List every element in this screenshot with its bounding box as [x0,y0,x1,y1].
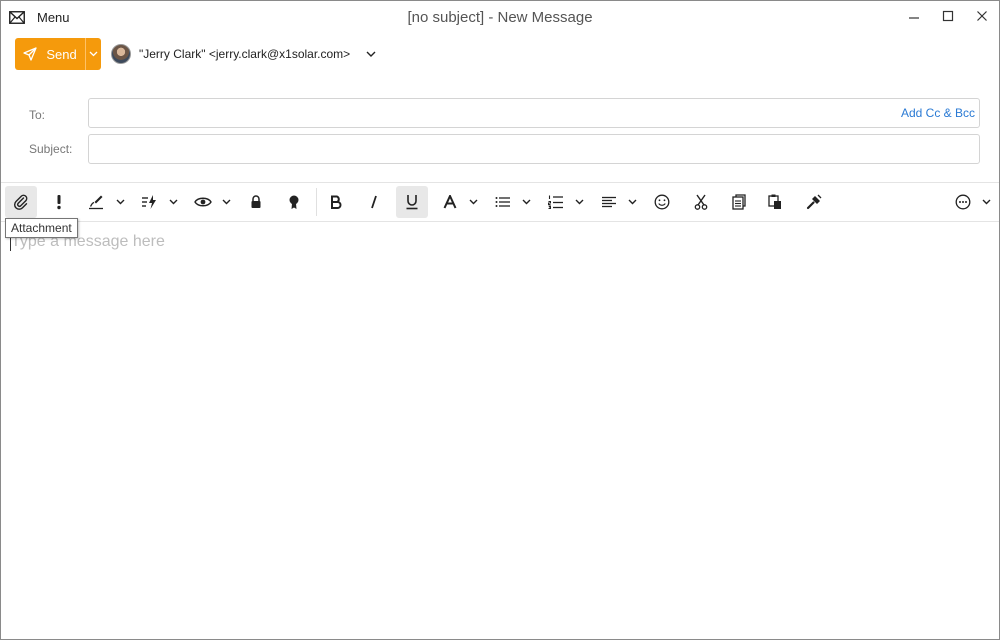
align-button[interactable] [596,186,622,218]
align-dropdown[interactable] [625,186,639,218]
subject-label: Subject: [29,142,73,156]
to-label: To: [29,108,46,122]
signature-button[interactable] [83,186,109,218]
avatar [111,44,131,64]
quick-parts-button[interactable] [136,186,162,218]
numbered-list-icon [548,195,563,209]
chevron-down-icon [522,199,530,205]
font-button[interactable] [437,186,463,218]
maximize-button[interactable] [931,1,965,31]
chevron-down-icon [366,51,376,57]
bullet-list-dropdown[interactable] [519,186,533,218]
seal-icon [289,195,299,209]
paperclip-icon [13,194,28,210]
cut-button[interactable] [687,186,715,218]
signature-icon [89,195,103,210]
chevron-down-icon [222,199,230,205]
copy-icon [732,194,746,210]
send-label: Send [46,46,77,62]
cut-icon [694,194,708,210]
bold-button[interactable] [322,186,350,218]
lock-icon [251,195,261,208]
bullet-list-icon [495,197,510,207]
send-button[interactable]: Send [15,38,85,70]
italic-icon [371,195,377,209]
quick-parts-icon [142,195,156,209]
send-icon [23,47,37,61]
font-color-icon [443,195,457,209]
to-field-container: Add Cc & Bcc [88,98,980,128]
underline-button[interactable] [396,186,428,218]
font-dropdown[interactable] [466,186,480,218]
chevron-down-icon [169,199,177,205]
italic-button[interactable] [360,186,388,218]
send-split-button: Send [15,38,101,70]
attachment-button[interactable] [5,186,37,218]
read-receipt-dropdown[interactable] [219,186,233,218]
message-body-editor[interactable] [1,223,999,639]
eye-icon [194,197,212,207]
subject-field-container [88,134,980,164]
encrypt-button[interactable] [243,186,269,218]
from-account-selector[interactable]: "Jerry Clark" <jerry.clark@x1solar.com> [111,43,376,65]
emoji-button[interactable] [648,186,676,218]
chevron-down-icon [116,199,124,205]
more-options-button[interactable] [950,186,976,218]
numbered-list-button[interactable] [543,186,569,218]
quick-parts-dropdown[interactable] [166,186,180,218]
exclamation-icon [57,195,61,210]
toolbar-bottom-divider [1,221,999,222]
minimize-button[interactable] [897,1,931,31]
toolbar-top-divider [1,182,999,183]
attachment-tooltip: Attachment [5,218,78,238]
bold-icon [331,195,342,209]
more-options-dropdown[interactable] [979,186,993,218]
close-button[interactable] [965,1,999,31]
chevron-down-icon [469,199,477,205]
chevron-down-icon [89,51,98,57]
format-painter-button[interactable] [800,186,828,218]
align-left-icon [602,196,616,208]
close-icon [977,11,987,21]
window-title: [no subject] - New Message [407,9,593,26]
toolbar-separator [316,188,317,216]
numbered-list-dropdown[interactable] [572,186,586,218]
sign-message-button[interactable] [281,186,307,218]
window-controls [897,1,999,31]
underline-icon [406,195,418,210]
title-bar: Menu [no subject] - New Message [1,1,999,33]
importance-button[interactable] [45,186,73,218]
send-options-dropdown[interactable] [85,38,101,70]
add-cc-bcc-link[interactable]: Add Cc & Bcc [901,106,975,120]
format-painter-icon [806,194,822,210]
emoji-icon [654,194,670,210]
paste-button[interactable] [761,186,789,218]
chevron-down-icon [575,199,583,205]
maximize-icon [942,10,954,22]
read-receipt-button[interactable] [190,186,216,218]
copy-button[interactable] [725,186,753,218]
paste-icon [768,194,781,209]
subject-input[interactable] [89,135,979,163]
chevron-down-icon [628,199,636,205]
to-input[interactable] [89,99,979,127]
minimize-icon [909,17,919,19]
compose-window: Menu [no subject] - New Message Send "Je… [0,0,1000,640]
bullet-list-button[interactable] [490,186,516,218]
from-address: "Jerry Clark" <jerry.clark@x1solar.com> [139,47,351,61]
chevron-down-icon [982,199,990,205]
signature-dropdown[interactable] [113,186,127,218]
more-icon [955,194,971,210]
